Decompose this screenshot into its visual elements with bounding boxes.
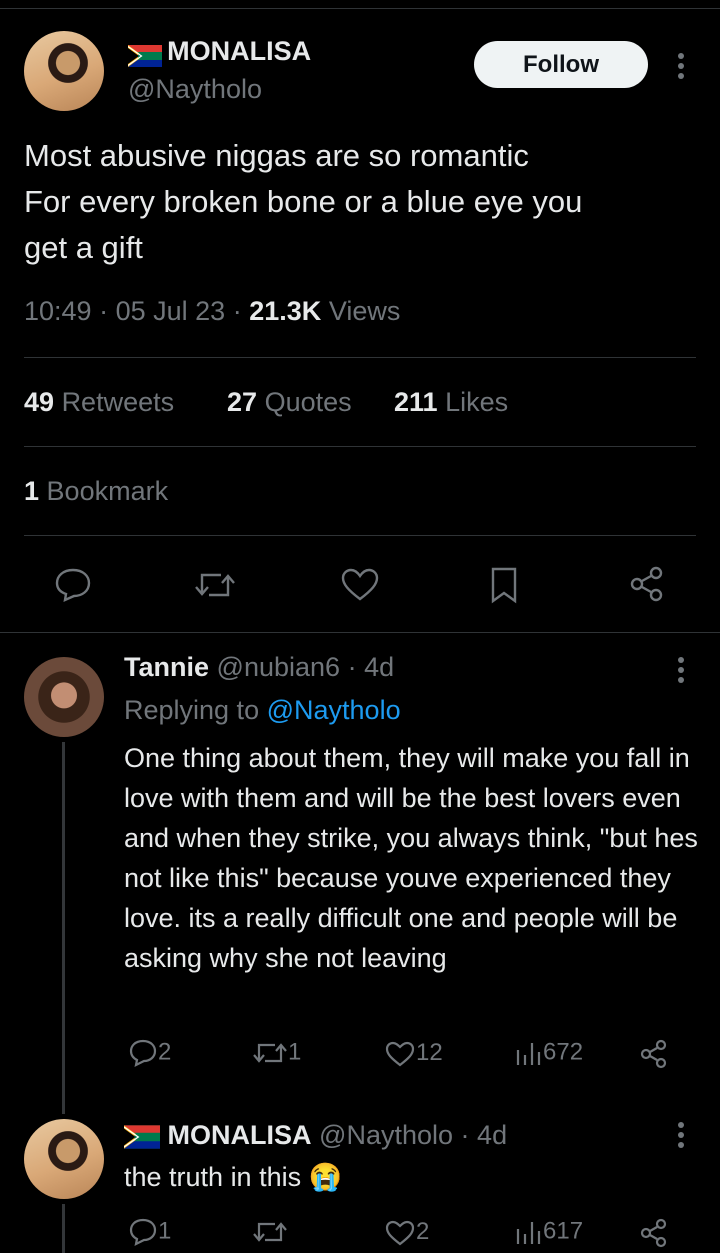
likes-label: Likes: [445, 387, 509, 417]
reply-handle[interactable]: @Naytholo: [319, 1120, 453, 1150]
replying-to-link[interactable]: @Naytholo: [267, 695, 401, 725]
reply-text: One thing about them, they will make you…: [124, 743, 698, 973]
views-icon: [516, 1043, 541, 1065]
likes-count: 211: [394, 387, 438, 417]
author-name-row[interactable]: MONALISA: [127, 36, 312, 67]
like-icon: [385, 1041, 415, 1067]
like-action[interactable]: 2: [384, 1218, 429, 1247]
quotes-label: Quotes: [264, 387, 352, 417]
retweet-action[interactable]: [252, 1217, 288, 1247]
more-dots-icon[interactable]: [676, 53, 686, 83]
reply-text: the truth in this 😭: [124, 1162, 343, 1192]
views-count: 672: [543, 1038, 584, 1066]
share-icon: [640, 1218, 667, 1248]
top-divider: [0, 8, 720, 9]
bookmarks-label: Bookmark: [46, 476, 169, 506]
tweet-text-line: For every broken bone or a blue eye you: [24, 184, 583, 219]
follow-button[interactable]: Follow: [474, 41, 648, 88]
south-africa-flag-icon: [127, 44, 162, 67]
thread-line: [62, 742, 65, 1114]
retweet-action[interactable]: 1: [252, 1038, 301, 1068]
bookmarks-count: 1: [24, 476, 40, 506]
reply-count: 1: [158, 1217, 172, 1245]
tweet-text: Most abusive niggas are so romantic For …: [24, 133, 694, 271]
reply-header: Tannie @nubian6 · 4d: [124, 652, 394, 683]
reply-header: MONALISA @Naytholo · 4d: [123, 1120, 508, 1151]
like-action[interactable]: 12: [384, 1039, 443, 1068]
retweet-icon: [253, 1222, 287, 1242]
retweet-icon[interactable]: [193, 567, 237, 607]
tweet-date[interactable]: 05 Jul 23: [116, 296, 226, 326]
views-icon: [516, 1222, 541, 1244]
reply-age: 4d: [364, 652, 395, 682]
retweet-count: 1: [288, 1038, 302, 1066]
share-action[interactable]: [638, 1217, 670, 1249]
retweets-count: 49: [24, 387, 55, 417]
replying-to: Replying to @Naytholo: [124, 695, 401, 726]
separator: ·: [232, 296, 242, 326]
like-count: 12: [416, 1039, 443, 1066]
quotes-count: 27: [227, 387, 258, 417]
reply-action[interactable]: 1: [128, 1217, 171, 1247]
reply-handle[interactable]: @nubian6: [217, 652, 341, 682]
tweet-text-line: get a gift: [24, 230, 143, 265]
separator: ·: [347, 652, 357, 682]
views-action[interactable]: 617: [513, 1217, 583, 1247]
south-africa-flag-icon: [123, 1125, 160, 1149]
divider: [24, 446, 696, 447]
tweet-text-line: Most abusive niggas are so romantic: [24, 138, 529, 173]
bookmark-icon[interactable]: [488, 566, 520, 608]
author-display-name: MONALISA: [167, 36, 312, 66]
section-divider: [0, 632, 720, 633]
views-count: 617: [543, 1217, 584, 1245]
share-action[interactable]: [638, 1038, 670, 1070]
reply-icon: [129, 1039, 157, 1067]
reply-display-name[interactable]: Tannie: [124, 652, 209, 682]
divider: [24, 535, 696, 536]
reply-display-name[interactable]: MONALISA: [168, 1120, 312, 1150]
reply-age: 4d: [477, 1120, 508, 1150]
avatar[interactable]: [24, 657, 104, 737]
reply-action[interactable]: 2: [128, 1038, 171, 1068]
like-count: 2: [416, 1218, 430, 1245]
views-label: Views: [328, 296, 401, 326]
more-dots-icon[interactable]: [676, 1122, 686, 1152]
views-count: 21.3K: [249, 296, 322, 326]
avatar[interactable]: [24, 31, 104, 111]
tweet-meta: 10:49 · 05 Jul 23 · 21.3K Views: [24, 296, 400, 327]
likes-stat[interactable]: 211 Likes: [394, 387, 508, 418]
quotes-stat[interactable]: 27 Quotes: [227, 387, 352, 418]
replying-prefix: Replying to: [124, 695, 260, 725]
reply-icon: [129, 1218, 157, 1246]
like-icon: [385, 1220, 415, 1246]
retweet-icon: [253, 1043, 287, 1063]
divider: [24, 357, 696, 358]
like-icon[interactable]: [340, 567, 380, 607]
retweets-stat[interactable]: 49 Retweets: [24, 387, 174, 418]
separator: ·: [460, 1120, 470, 1150]
retweets-label: Retweets: [61, 387, 175, 417]
share-icon: [640, 1039, 667, 1069]
bookmarks-stat[interactable]: 1 Bookmark: [24, 476, 168, 507]
author-handle[interactable]: @Naytholo: [128, 74, 262, 105]
views-action[interactable]: 672: [513, 1038, 583, 1068]
share-icon[interactable]: [628, 564, 666, 608]
more-dots-icon[interactable]: [676, 657, 686, 687]
tweet-time[interactable]: 10:49: [24, 296, 92, 326]
separator: ·: [99, 296, 109, 326]
reply-count: 2: [158, 1038, 172, 1066]
avatar[interactable]: [24, 1119, 104, 1199]
reply-icon[interactable]: [53, 566, 93, 608]
thread-line: [62, 1204, 65, 1253]
